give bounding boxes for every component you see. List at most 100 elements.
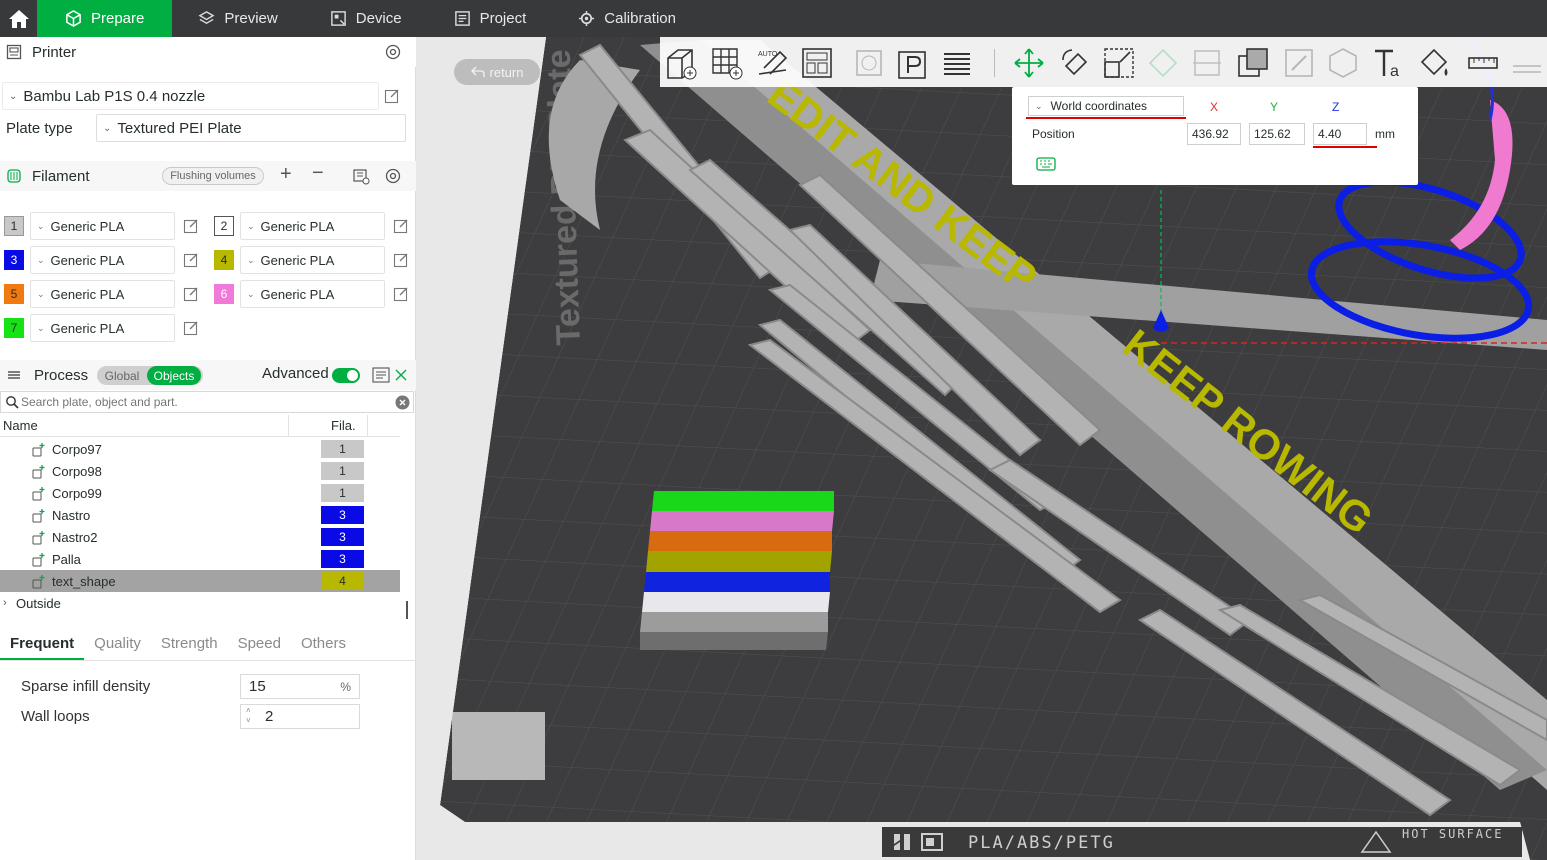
position-y-input[interactable]: 125.62 [1249,123,1305,145]
tab-frequent[interactable]: Frequent [0,635,85,660]
advanced-toggle[interactable] [332,368,360,383]
edit-filament-icon[interactable] [183,252,199,268]
object-row[interactable]: Corpo97 1 [0,438,400,460]
filament-cell[interactable]: 1 [321,462,364,480]
edit-filament-icon[interactable] [393,218,409,234]
filament-swatch-2[interactable]: 2 [214,216,234,236]
sync-filament-icon[interactable] [352,167,370,185]
filament-cell[interactable]: 3 [321,550,364,568]
filament-select-6[interactable]: ⌄ Generic PLA [240,280,385,308]
seam-paint-icon[interactable] [1326,46,1360,80]
search-input[interactable] [21,393,371,411]
add-plate-icon[interactable] [710,46,744,80]
filament-select-2[interactable]: ⌄ Generic PLA [240,212,385,240]
keyboard-icon[interactable] [1036,157,1056,171]
filament-cell[interactable]: 1 [321,440,364,458]
edit-filament-icon[interactable] [183,320,199,336]
filament-select-5[interactable]: ⌄ Generic PLA [30,280,175,308]
rotate-icon[interactable] [1058,46,1092,80]
color-test-cube[interactable] [640,491,834,650]
object-row[interactable]: Corpo98 1 [0,460,400,482]
chevron-right-icon[interactable]: › [3,597,7,609]
coordinate-mode-select[interactable]: ⌄ World coordinates [1028,96,1184,116]
tab-quality[interactable]: Quality [84,635,151,660]
return-button[interactable]: return [454,59,540,85]
position-x-input[interactable]: 436.92 [1187,123,1241,145]
filament-swatch-3[interactable]: 3 [4,250,24,270]
filament-select-1[interactable]: ⌄ Generic PLA [30,212,175,240]
filament-swatch-1[interactable]: 1 [4,216,24,236]
object-row[interactable]: Corpo99 1 [0,482,400,504]
flushing-volumes-button[interactable]: Flushing volumes [162,167,264,185]
plate-p-icon[interactable] [896,46,930,80]
assemble-icon[interactable] [1510,46,1544,80]
object-search-box[interactable] [0,391,414,413]
scrollbar[interactable] [406,601,408,619]
layer-settings-icon[interactable] [940,46,974,80]
lay-on-face-icon[interactable] [1146,46,1180,80]
tab-device[interactable]: Device [304,0,428,37]
edit-printer-icon[interactable] [384,88,400,104]
text-tool-icon[interactable]: a [1372,46,1406,80]
warning-triangle-icon [1360,830,1392,853]
compare-icon[interactable] [393,367,409,383]
filament-select-7[interactable]: ⌄ Generic PLA [30,314,175,342]
filament-select-3[interactable]: ⌄ Generic PLA [30,246,175,274]
edit-filament-icon[interactable] [183,218,199,234]
global-option[interactable]: Global [97,369,147,383]
tab-calibration[interactable]: Calibration [552,0,702,37]
column-fila[interactable]: Fila. [331,418,356,433]
support-paint-icon[interactable] [1282,46,1316,80]
home-button[interactable] [0,0,37,37]
move-icon[interactable] [1012,46,1046,80]
filament-cell[interactable]: 1 [321,484,364,502]
object-row[interactable]: Nastro2 3 [0,526,400,548]
outside-group-row[interactable]: › Outside [0,592,400,614]
arrange-icon[interactable] [800,46,834,80]
edit-filament-icon[interactable] [393,252,409,268]
measure-icon[interactable] [1466,46,1500,80]
tab-preview[interactable]: Preview [172,0,303,37]
tab-others[interactable]: Others [291,635,356,660]
filament-settings-icon[interactable] [384,167,402,185]
object-row[interactable]: Nastro 3 [0,504,400,526]
wall-loops-stepper[interactable]: ˄ ˅ 2 [240,704,360,729]
cut-icon[interactable] [1190,46,1224,80]
scale-icon[interactable] [1102,46,1136,80]
remove-filament-icon[interactable]: − [312,162,324,185]
filament-swatch-6[interactable]: 6 [214,284,234,304]
printer-select[interactable]: ⌄ Bambu Lab P1S 0.4 nozzle [2,82,379,110]
object-row-selected[interactable]: text_shape 4 [0,570,400,592]
add-object-icon[interactable] [664,46,698,80]
filament-cell[interactable]: 3 [321,506,364,524]
edit-filament-icon[interactable] [183,286,199,302]
printer-settings-icon[interactable] [384,43,402,61]
sparse-infill-input[interactable]: 15 % [240,674,360,699]
split-to-objects-icon[interactable] [852,46,886,80]
stepper-arrows-icon[interactable]: ˄ ˅ [246,706,251,726]
filament-cell[interactable]: 4 [321,572,364,590]
auto-orient-icon[interactable]: AUTO [756,46,790,80]
edit-filament-icon[interactable] [393,286,409,302]
filament-swatch-7[interactable]: 7 [4,318,24,338]
position-z-input[interactable]: 4.40 [1313,123,1367,145]
filament-select-4[interactable]: ⌄ Generic PLA [240,246,385,274]
tab-strength[interactable]: Strength [151,635,228,660]
objects-option[interactable]: Objects [147,366,201,385]
column-name[interactable]: Name [3,418,38,433]
filament-cell[interactable]: 3 [321,528,364,546]
tab-speed[interactable]: Speed [228,635,291,660]
filament-swatch-5[interactable]: 5 [4,284,24,304]
global-objects-toggle[interactable]: Global Objects [97,366,203,385]
color-paint-icon[interactable] [1416,46,1450,80]
tab-prepare[interactable]: Prepare [37,0,173,37]
boolean-icon[interactable] [1236,46,1270,80]
add-filament-icon[interactable]: + [280,163,292,186]
clear-search-icon[interactable] [395,395,410,410]
tab-project[interactable]: Project [428,0,553,37]
plate-type-select[interactable]: ⌄ Textured PEI Plate [96,114,406,142]
filament-swatch-4[interactable]: 4 [214,250,234,270]
object-row[interactable]: Palla 3 [0,548,400,570]
process-list-icon[interactable] [372,367,390,383]
3d-viewport[interactable]: Textured PEI Plate [416,37,1547,860]
